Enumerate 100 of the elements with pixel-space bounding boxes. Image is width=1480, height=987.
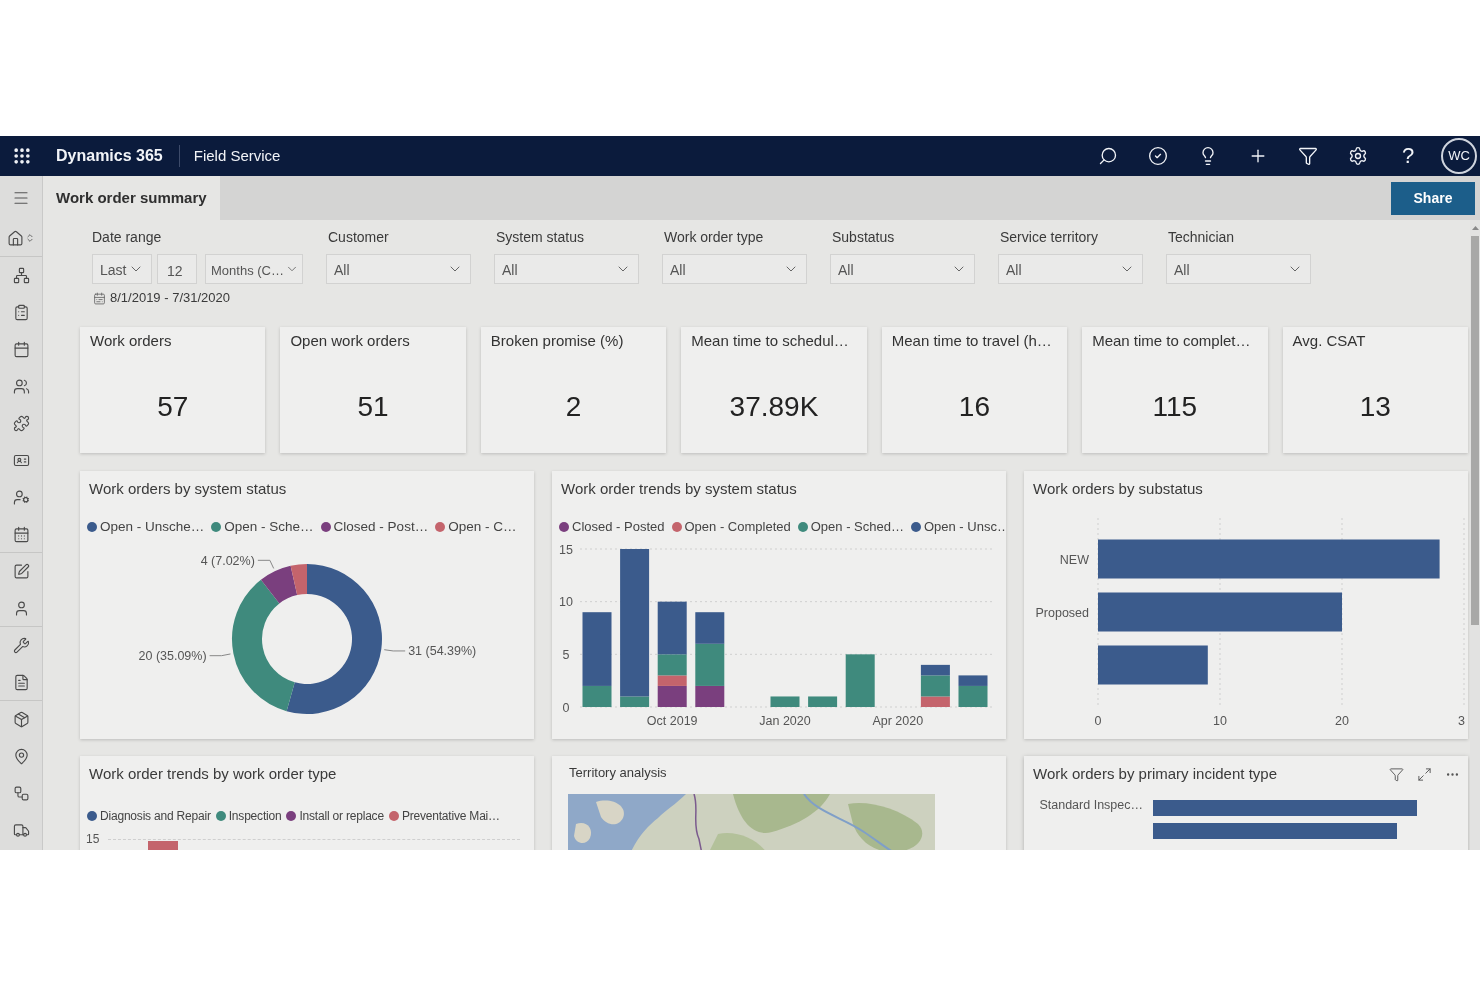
package-icon[interactable] — [12, 711, 30, 728]
puzzle-icon[interactable] — [12, 415, 30, 432]
chart-bar-segment[interactable] — [920, 696, 950, 707]
chart-bar-segment[interactable] — [920, 664, 950, 676]
avatar-button[interactable]: WC — [1441, 138, 1477, 174]
chart-bar-segment[interactable] — [695, 685, 725, 707]
dropdown[interactable]: All — [662, 254, 807, 284]
chart-bar-segment[interactable] — [845, 654, 875, 707]
scrollbar[interactable] — [1470, 220, 1480, 850]
chart-bar[interactable] — [1098, 592, 1342, 632]
chart-bar-segment[interactable] — [620, 696, 650, 707]
donut-slice[interactable] — [260, 565, 298, 604]
dropdown[interactable]: All — [998, 254, 1143, 284]
dropdown[interactable]: All — [830, 254, 975, 284]
chart-title: Work order trends by work order type — [89, 765, 337, 783]
chart-bar[interactable] — [1098, 645, 1208, 685]
axis-label: NEW — [1059, 552, 1089, 567]
calendar-icon[interactable] — [12, 525, 30, 543]
kpi-value: 115 — [1151, 390, 1199, 424]
legend-label[interactable]: Install or replace — [299, 807, 384, 825]
donut-slice[interactable] — [290, 564, 307, 596]
share-button[interactable]: Share — [1391, 182, 1475, 215]
settings-icon[interactable] — [1348, 146, 1368, 166]
kpi-value: 57 — [156, 390, 190, 424]
data-label: 4 (7.02%) — [200, 553, 255, 568]
user-gear-icon[interactable] — [12, 489, 30, 506]
search-icon[interactable] — [1098, 146, 1118, 166]
axis-label: Standard Inspec… — [1038, 797, 1143, 813]
kpi-value: 13 — [1358, 390, 1392, 424]
app-name[interactable]: Dynamics 365 — [56, 144, 163, 168]
app-launcher-icon[interactable] — [12, 146, 32, 166]
filter-label: System status — [495, 229, 585, 246]
chart-bar-segment[interactable] — [958, 675, 988, 686]
legend-label[interactable]: Closed - Post… — [333, 518, 429, 536]
truck-icon[interactable] — [12, 822, 30, 839]
axis-label: Jan 2020 — [759, 714, 811, 728]
axis-label: 15 — [559, 542, 573, 557]
number-field[interactable]: 12 — [157, 254, 197, 284]
chart-bar-segment[interactable] — [695, 612, 725, 644]
help-button[interactable]: ? — [1383, 136, 1433, 176]
chart-bar-segment[interactable] — [657, 654, 687, 676]
leader-line — [257, 559, 275, 569]
calendar-icon[interactable] — [12, 341, 30, 358]
chart-title: Work orders by primary incident type — [1033, 765, 1277, 783]
home-icon[interactable] — [7, 229, 24, 247]
chart-bar-segment[interactable] — [920, 675, 950, 697]
dropdown[interactable]: Months (C… — [205, 254, 303, 284]
chart-title: Work order trends by system status — [561, 480, 797, 498]
legend-label[interactable]: Open - C… — [448, 518, 517, 536]
leader-line — [383, 649, 406, 652]
axis-label: 15 — [86, 831, 100, 847]
chart-bar-segment[interactable] — [958, 685, 988, 707]
workflow-icon[interactable] — [12, 785, 30, 802]
kpi-value: 16 — [957, 390, 991, 424]
legend-label[interactable]: Open - Unsc… — [923, 518, 1006, 536]
donut-slice[interactable] — [286, 564, 382, 714]
chart-bar-segment[interactable] — [582, 685, 612, 707]
circle-check-icon[interactable] — [1148, 146, 1168, 166]
chart-bar-segment[interactable] — [808, 696, 838, 707]
chart-bar-segment[interactable] — [695, 643, 725, 686]
id-card-icon[interactable] — [12, 452, 30, 469]
chart-bar-segment[interactable] — [657, 601, 687, 655]
date-range-text: 8/1/2019 - 7/31/2020 — [110, 290, 230, 306]
clipboard-icon[interactable] — [12, 304, 30, 321]
people-icon[interactable] — [12, 378, 30, 395]
chart-bar-segment[interactable] — [657, 685, 687, 707]
map-pin-icon[interactable] — [12, 748, 30, 765]
dropdown[interactable]: All — [1166, 254, 1311, 284]
data-label: 20 (35.09%) — [138, 649, 207, 664]
legend-label[interactable]: Inspection — [228, 807, 282, 825]
filter-label: Work order type — [663, 229, 765, 246]
module-name[interactable]: Field Service — [193, 144, 281, 168]
legend-label[interactable]: Open - Unsche… — [100, 518, 205, 536]
dropdown[interactable]: All — [326, 254, 471, 284]
network-icon[interactable] — [12, 267, 30, 284]
scrollbar-thumb[interactable] — [1471, 236, 1479, 625]
donut-slice[interactable] — [232, 579, 295, 712]
pen-square-icon[interactable] — [12, 563, 30, 580]
menu-icon[interactable] — [12, 189, 30, 207]
dropdown[interactable]: Last — [92, 254, 152, 284]
chart-bar-segment[interactable] — [620, 549, 650, 697]
dropdown[interactable]: All — [494, 254, 639, 284]
legend-label[interactable]: Open - Sche… — [224, 518, 314, 536]
wrench-icon[interactable] — [12, 637, 30, 654]
legend-label[interactable]: Open - Completed — [684, 518, 791, 536]
axis-label: 0 — [562, 700, 570, 715]
scroll-up-arrow-icon[interactable] — [1471, 226, 1479, 230]
kpi-value: 2 — [564, 390, 583, 424]
legend-label[interactable]: Closed - Posted — [572, 518, 665, 536]
page-tab[interactable]: Work order summary — [43, 176, 220, 220]
expand-icon[interactable] — [1417, 766, 1432, 782]
kpi-value: 51 — [356, 390, 390, 424]
chart-bar-segment[interactable] — [582, 612, 612, 686]
chart-title: Work orders by system status — [89, 480, 287, 498]
legend-label[interactable]: Preventative Mai… — [401, 807, 500, 825]
legend-label[interactable]: Open - Sched… — [810, 518, 904, 536]
axis-label: Oct 2019 — [646, 714, 698, 728]
legend-label[interactable]: Diagnosis and Repair — [100, 807, 211, 825]
document-icon[interactable] — [12, 673, 30, 691]
chart-bar[interactable] — [1098, 539, 1440, 579]
